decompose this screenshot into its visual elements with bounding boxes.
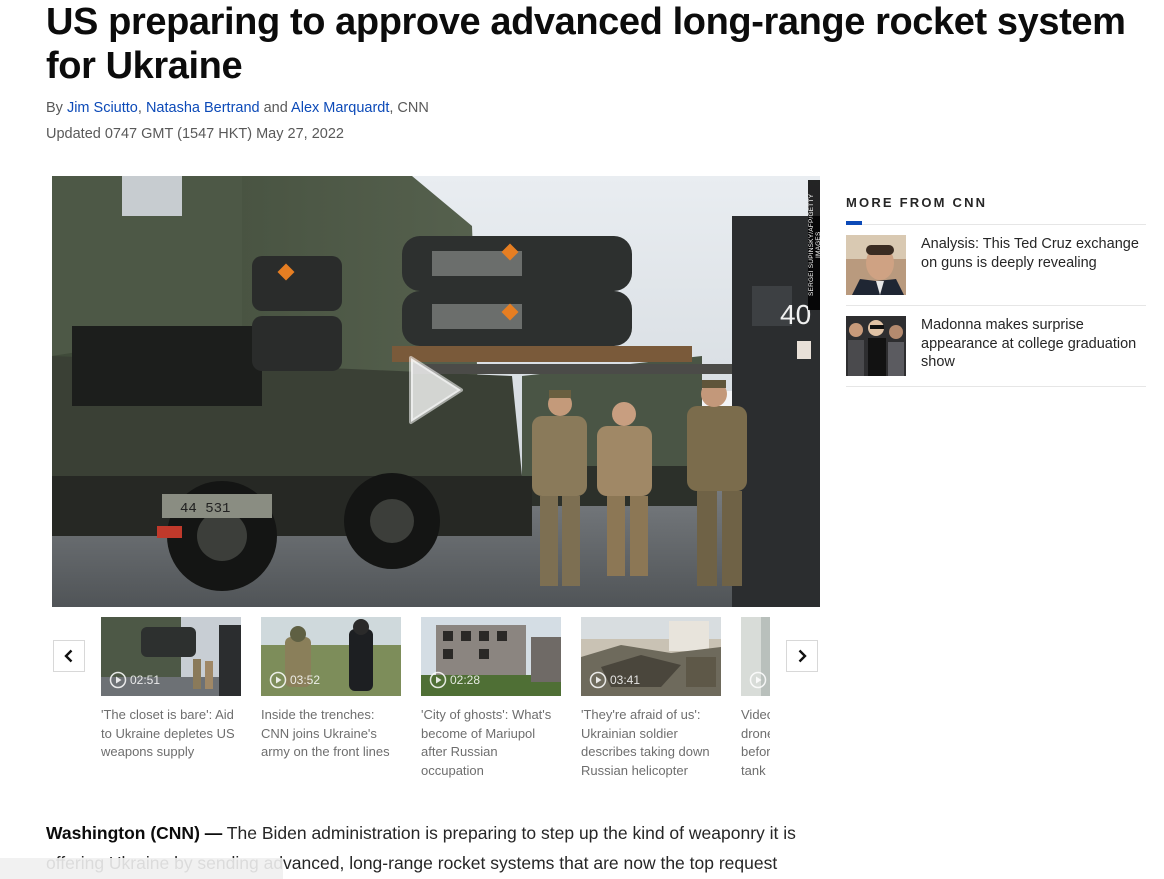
play-circle-icon [749, 671, 767, 689]
article-headline: US preparing to approve advanced long-ra… [46, 1, 1126, 87]
video-caption: Video drone befor tank [741, 707, 770, 778]
video-caption: 'They're afraid of us': Ukrainian soldie… [581, 707, 710, 778]
duration-badge: 02:51 [109, 671, 160, 689]
story-thumbnail [846, 235, 906, 295]
updated-timestamp: Updated 0747 GMT (1547 HKT) May 27, 2022 [46, 126, 344, 142]
video-card[interactable]: Video drone befor tank [741, 617, 770, 780]
video-thumbnail: 03:41 [581, 617, 721, 696]
duration-badge: 03:52 [269, 671, 320, 689]
video-duration: 03:52 [290, 673, 321, 687]
video-duration: 02:51 [130, 673, 161, 687]
video-duration: 03:41 [610, 673, 641, 687]
video-card[interactable]: 02:28 'City of ghosts': What's become of… [421, 617, 561, 780]
byline-separator: , [137, 100, 146, 116]
photo-credit: SERGEI SUPINSKY/AFP/GETTY IMAGES [808, 180, 822, 310]
sidebar-title: MORE FROM CNN [846, 195, 988, 210]
video-card[interactable]: 02:51 'The closet is bare': Aid to Ukrai… [101, 617, 241, 762]
video-caption: 'City of ghosts': What's become of Mariu… [421, 707, 552, 778]
play-circle-icon [429, 671, 447, 689]
sidebar-story-title: Analysis: This Ted Cruz exchange on guns… [921, 236, 1139, 271]
video-card[interactable]: 03:41 'They're afraid of us': Ukrainian … [581, 617, 721, 780]
sidebar-accent-rule [846, 214, 1146, 225]
play-circle-icon [109, 671, 127, 689]
byline-outlet: , CNN [389, 100, 429, 116]
chevron-left-icon [64, 649, 73, 663]
play-circle-icon [269, 671, 287, 689]
forklift-number: 40 [780, 299, 811, 330]
more-from-cnn-sidebar: MORE FROM CNN Analysis: This Ted Cruz ex… [846, 194, 1146, 387]
author-link-1[interactable]: Jim Sciutto [67, 100, 138, 116]
byline-prefix: By [46, 100, 67, 116]
play-icon[interactable] [405, 354, 465, 426]
sidebar-story-title: Madonna makes surprise appearance at col… [921, 317, 1137, 370]
video-thumbnail: 02:28 [421, 617, 561, 696]
story-thumbnail [846, 316, 906, 376]
author-link-2[interactable]: Natasha Bertrand [146, 100, 260, 116]
dateline: Washington (CNN) — [46, 823, 223, 843]
video-caption: 'The closet is bare': Aid to Ukraine dep… [101, 707, 235, 759]
sidebar-story[interactable]: Analysis: This Ted Cruz exchange on guns… [846, 225, 1146, 306]
duration-badge [749, 671, 770, 689]
video-card[interactable]: 03:52 Inside the trenches: CNN joins Ukr… [261, 617, 401, 762]
duration-badge: 02:28 [429, 671, 480, 689]
video-thumbnail: 03:52 [261, 617, 401, 696]
video-duration: 02:28 [450, 673, 481, 687]
play-circle-icon [589, 671, 607, 689]
video-thumbnail: 02:51 [101, 617, 241, 696]
sidebar-story[interactable]: Madonna makes surprise appearance at col… [846, 306, 1146, 387]
byline-separator: and [259, 100, 292, 116]
video-caption: Inside the trenches: CNN joins Ukraine's… [261, 707, 390, 759]
carousel-prev-button[interactable] [53, 640, 85, 672]
byline: By Jim Sciutto, Natasha Bertrand and Ale… [46, 100, 429, 116]
video-carousel: 02:51 'The closet is bare': Aid to Ukrai… [101, 617, 770, 787]
video-thumbnail [741, 617, 770, 696]
bottom-overlay [0, 858, 283, 879]
duration-badge: 03:41 [589, 671, 640, 689]
author-link-3[interactable]: Alex Marquardt [291, 100, 389, 116]
chevron-right-icon [798, 649, 807, 663]
carousel-next-button[interactable] [786, 640, 818, 672]
truck-plate: 44 531 [180, 501, 230, 517]
